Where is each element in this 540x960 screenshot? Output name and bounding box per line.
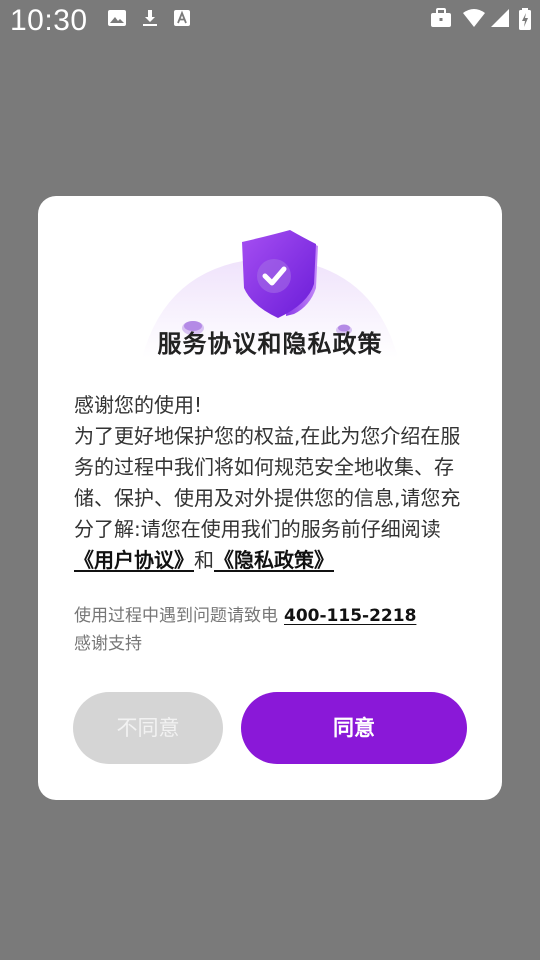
download-icon [140,8,160,32]
agree-button[interactable]: 同意 [241,692,467,764]
body-text: 为了更好地保护您的权益,在此为您介绍在服务的过程中我们将如何规范安全地收集、存储… [74,424,461,541]
font-a-icon [172,8,192,32]
disagree-button[interactable]: 不同意 [73,692,223,764]
dialog-body: 感谢您的使用! 为了更好地保护您的权益,在此为您介绍在服务的过程中我们将如何规范… [74,390,474,576]
image-icon [107,8,127,32]
greeting-text: 感谢您的使用! [74,393,203,417]
privacy-dialog: 服务协议和隐私政策 感谢您的使用! 为了更好地保护您的权益,在此为您介绍在服务的… [38,196,502,800]
thanks-text: 感谢支持 [74,634,142,654]
status-time: 10:30 [10,4,88,37]
conjunction-text: 和 [194,548,214,572]
battery-charging-icon [518,8,532,34]
status-bar: 10:30 [0,0,540,44]
wifi-icon [462,8,486,32]
privacy-policy-link[interactable]: 《隐私政策》 [214,548,334,572]
contact-info: 使用过程中遇到问题请致电 400-115-2218 感谢支持 [74,602,474,658]
body-paragraph: 为了更好地保护您的权益,在此为您介绍在服务的过程中我们将如何规范安全地收集、存储… [74,421,474,576]
contact-phone-link[interactable]: 400-115-2218 [284,606,416,626]
briefcase-icon [430,8,452,32]
user-agreement-link[interactable]: 《用户协议》 [74,548,194,572]
dialog-title: 服务协议和隐私政策 [157,330,383,358]
contact-prefix: 使用过程中遇到问题请致电 [74,606,278,626]
signal-icon [490,8,510,32]
